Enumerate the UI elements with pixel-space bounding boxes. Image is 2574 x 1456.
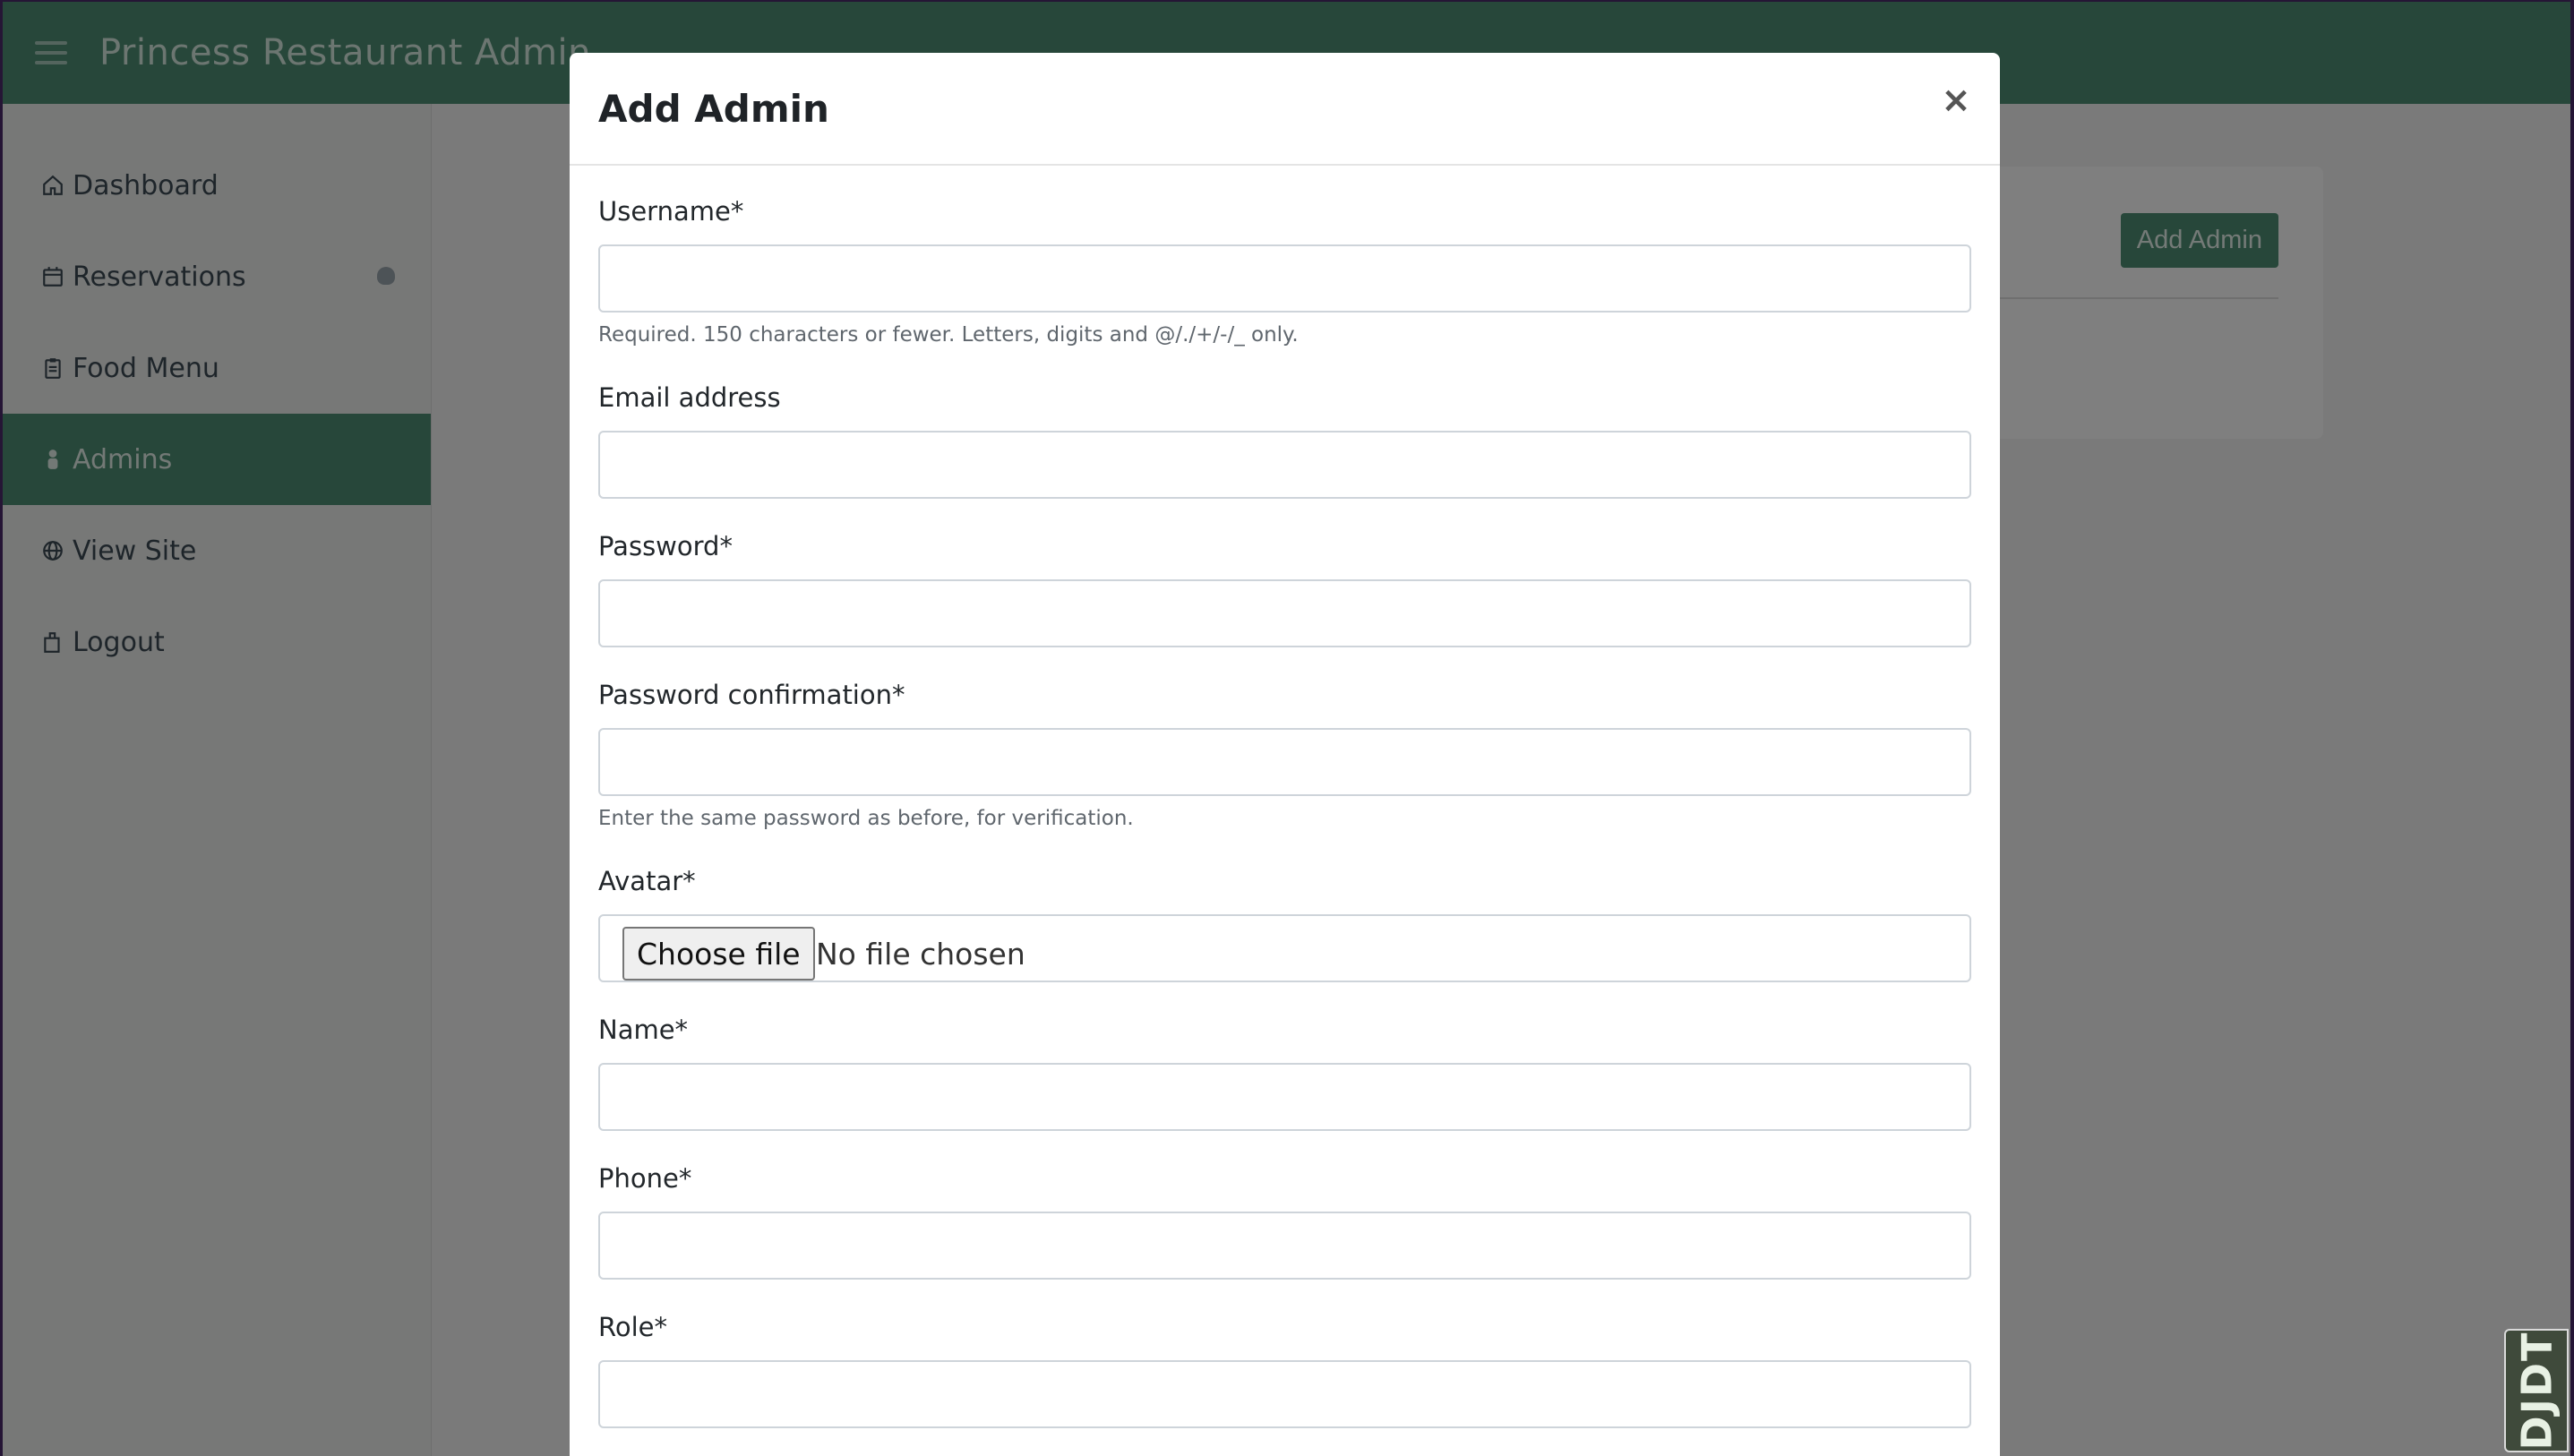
password-confirm-input[interactable]: [598, 728, 1971, 796]
choose-file-button[interactable]: Choose file: [622, 927, 815, 981]
role-label: Role*: [598, 1312, 667, 1342]
password-label: Password*: [598, 531, 733, 561]
phone-group: Phone*: [598, 1163, 1971, 1280]
phone-label: Phone*: [598, 1163, 692, 1194]
add-admin-modal: Add Admin × Username* Required. 150 char…: [570, 53, 2000, 1456]
name-label: Name*: [598, 1015, 689, 1045]
password-confirm-label: Password confirmation*: [598, 680, 905, 710]
email-group: Email address: [598, 382, 1971, 499]
password-group: Password*: [598, 531, 1971, 647]
djdt-label: DJDT: [2512, 1331, 2561, 1451]
file-status-text: No file chosen: [816, 936, 1025, 972]
django-debug-toolbar-handle[interactable]: DJDT: [2504, 1329, 2569, 1452]
password-confirm-group: Password confirmation* Enter the same pa…: [598, 680, 1971, 830]
phone-input[interactable]: [598, 1212, 1971, 1280]
avatar-group: Avatar* Choose file No file chosen: [598, 866, 1971, 982]
modal-header: Add Admin ×: [570, 53, 2000, 166]
modal-title: Add Admin: [598, 86, 829, 131]
password-confirm-help-text: Enter the same password as before, for v…: [598, 807, 1134, 830]
email-label: Email address: [598, 382, 781, 413]
avatar-file-input[interactable]: Choose file No file chosen: [598, 914, 1971, 982]
role-input[interactable]: [598, 1360, 1971, 1428]
avatar-label: Avatar*: [598, 866, 696, 896]
username-input[interactable]: [598, 244, 1971, 313]
name-input[interactable]: [598, 1063, 1971, 1131]
username-group: Username* Required. 150 characters or fe…: [598, 196, 1971, 347]
username-help-text: Required. 150 characters or fewer. Lette…: [598, 323, 1299, 347]
username-label: Username*: [598, 196, 744, 227]
close-icon[interactable]: ×: [1939, 82, 1973, 118]
name-group: Name*: [598, 1015, 1971, 1131]
password-input[interactable]: [598, 579, 1971, 647]
role-group: Role*: [598, 1312, 1971, 1428]
email-input[interactable]: [598, 431, 1971, 499]
